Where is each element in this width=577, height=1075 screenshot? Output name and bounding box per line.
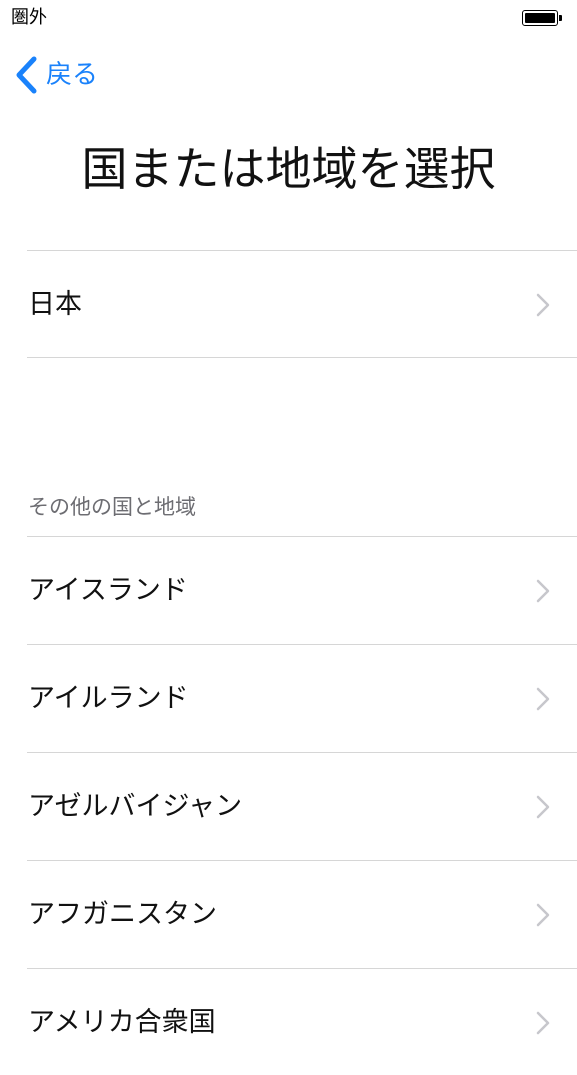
section-header: その他の国と地域 [28,495,196,519]
chevron-right-icon [536,903,550,927]
list-item-label: アメリカ合衆国 [28,1007,216,1038]
list-item-label: 日本 [28,289,82,320]
chevron-right-icon [536,687,550,711]
list-item[interactable]: アメリカ合衆国 [27,968,577,1075]
list-item-japan[interactable]: 日本 [27,250,577,358]
chevron-right-icon [536,795,550,819]
chevron-left-icon [16,56,37,94]
list-item-label: アイスランド [28,575,188,606]
back-button[interactable]: 戻る [12,52,98,98]
battery-icon [522,10,562,28]
page-title: 国または地域を選択 [81,142,496,196]
list-item[interactable]: アフガニスタン [27,860,577,967]
chevron-right-icon [536,293,550,317]
list-item[interactable]: アイルランド [27,644,577,751]
carrier-label: 圏外 [11,7,47,28]
list-item-label: アイルランド [28,683,189,714]
chevron-right-icon [536,579,550,603]
back-label: 戻る [46,60,99,90]
list-item-label: アゼルバイジャン [28,791,243,822]
status-bar: 圏外 [0,0,577,40]
list-item[interactable]: アゼルバイジャン [27,752,577,859]
chevron-right-icon [536,1011,550,1035]
list-item-label: アフガニスタン [28,899,217,930]
list-item[interactable]: アイスランド [27,536,577,643]
